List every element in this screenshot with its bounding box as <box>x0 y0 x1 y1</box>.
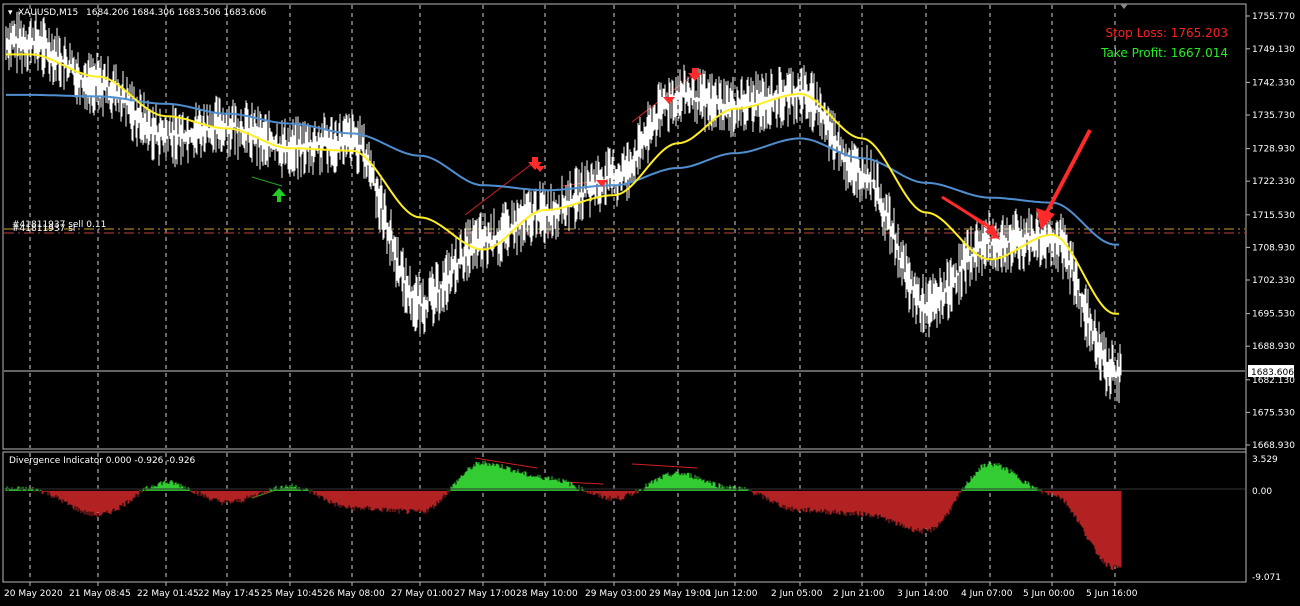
price-tick-label: 1715.530 <box>1252 211 1295 221</box>
order-label-sl[interactable]: #41811937 sl <box>12 224 75 234</box>
time-tick-label: 5 Jun 00:00 <box>1023 589 1075 599</box>
indicator-axis[interactable]: 3.529 0.00 -9.071 <box>1252 455 1281 583</box>
time-tick-label: 20 May 2020 <box>4 589 63 599</box>
indicator-tick-label: 3.529 <box>1252 455 1278 465</box>
price-tick-label: 1749.130 <box>1252 45 1295 55</box>
time-axis[interactable]: 20 May 2020 21 May 08:45 22 May 01:45 22 Ma… <box>4 582 1138 599</box>
price-tick-label: 1722.330 <box>1252 177 1295 187</box>
time-tick-label: 5 Jun 16:00 <box>1086 589 1138 599</box>
time-tick-label: 29 May 03:00 <box>585 589 647 599</box>
time-tick-label: 21 May 08:45 <box>69 589 131 599</box>
ohlc-readout: 1684.206 1684.306 1683.506 1683.606 <box>86 8 267 18</box>
chart-menu-icon[interactable]: ▾ <box>8 8 13 18</box>
indicator-tick-label: 0.00 <box>1252 487 1272 497</box>
time-tick-label: 22 May 01:45 <box>137 589 199 599</box>
current-price-label: 1683.606 <box>1251 368 1294 378</box>
indicator-frame <box>2 451 1247 583</box>
price-tick-label: 1755.770 <box>1252 12 1295 22</box>
price-axis[interactable]: 1755.770 1749.130 1742.330 1735.730 1728.930… <box>1246 12 1295 451</box>
price-tick-label: 1688.930 <box>1252 342 1295 352</box>
time-tick-label: 22 May 17:45 <box>198 589 260 599</box>
time-tick-label: 1 Jun 12:00 <box>706 589 758 599</box>
time-tick-label: 2 Jun 21:00 <box>833 589 885 599</box>
time-tick-label: 3 Jun 14:00 <box>897 589 949 599</box>
time-tick-label: 2 Jun 05:00 <box>771 589 823 599</box>
price-tick-label: 1668.930 <box>1252 441 1295 451</box>
trading-chart[interactable]: ▾ XAUUSD,M15 1684.206 1684.306 1683.506 … <box>0 0 1300 606</box>
symbol-label: XAUUSD,M15 <box>18 8 78 18</box>
time-tick-label: 4 Jun 07:00 <box>961 589 1013 599</box>
price-tick-label: 1675.530 <box>1252 408 1295 418</box>
take-profit-text: Take Profit: 1667.014 <box>1100 46 1228 60</box>
time-tick-label: 28 May 10:00 <box>516 589 578 599</box>
time-tick-label: 25 May 10:45 <box>261 589 323 599</box>
time-tick-label: 27 May 17:00 <box>454 589 516 599</box>
price-tick-label: 1695.530 <box>1252 310 1295 320</box>
price-tick-label: 1708.930 <box>1252 243 1295 253</box>
indicator-title: Divergence Indicator 0.000 -0.926 -0.926 <box>9 456 196 466</box>
time-tick-label: 27 May 01:00 <box>391 589 453 599</box>
price-tick-label: 1735.730 <box>1252 111 1295 121</box>
stop-loss-text: Stop Loss: 1765.203 <box>1105 26 1228 40</box>
price-tick-label: 1702.330 <box>1252 276 1295 286</box>
indicator-tick-label: -9.071 <box>1252 573 1281 583</box>
price-tick-label: 1742.330 <box>1252 78 1295 88</box>
time-tick-label: 29 May 19:00 <box>649 589 711 599</box>
time-tick-label: 26 May 08:00 <box>323 589 385 599</box>
price-tick-label: 1728.930 <box>1252 145 1295 155</box>
